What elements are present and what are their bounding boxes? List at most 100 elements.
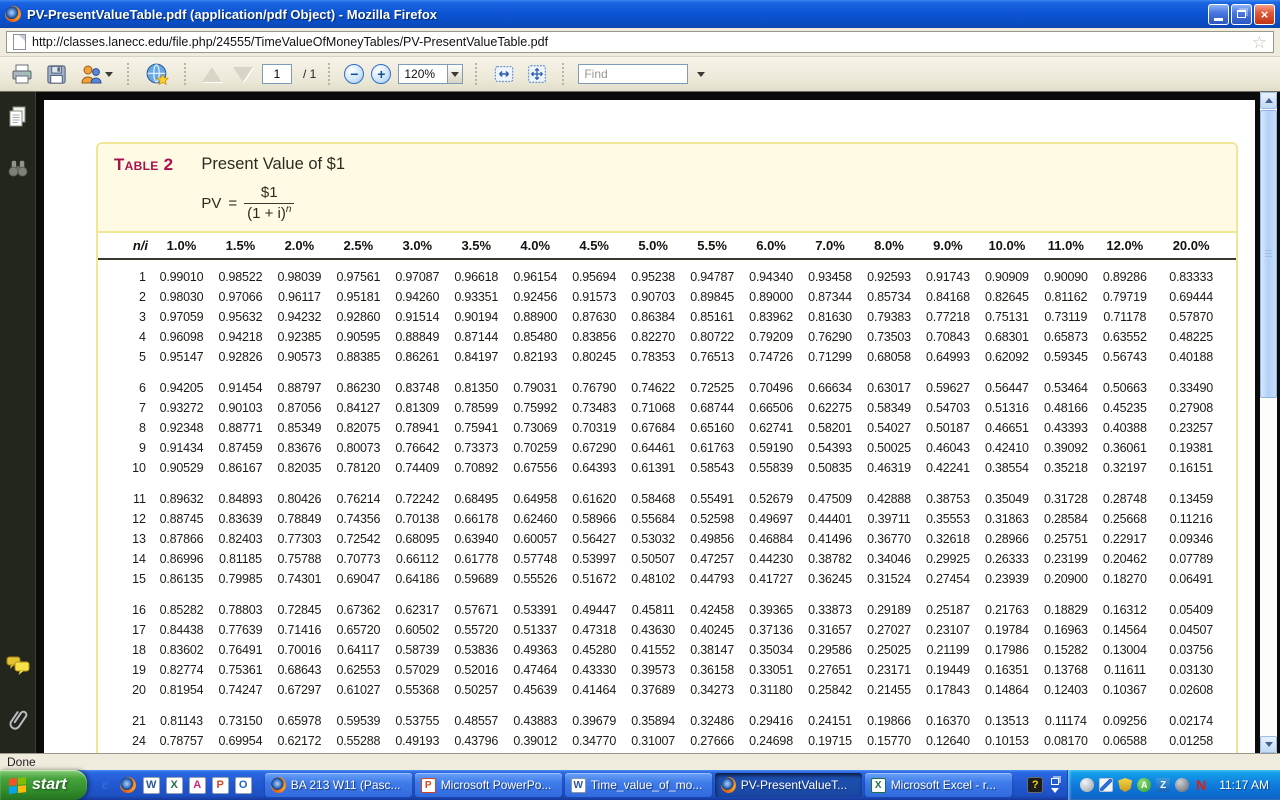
internet-explorer-icon[interactable] <box>97 777 114 794</box>
pv-factor-cell: 0.25187 <box>918 603 977 617</box>
previous-page-button[interactable] <box>200 60 224 88</box>
next-page-icon <box>233 67 253 82</box>
find-dropdown-icon[interactable] <box>697 72 705 77</box>
vertical-scrollbar[interactable] <box>1260 92 1277 753</box>
bookmark-star-icon[interactable]: ☆ <box>1252 34 1267 51</box>
url-bar[interactable]: http://classes.lanecc.edu/file.php/24555… <box>6 31 1274 53</box>
access-icon[interactable] <box>189 777 206 794</box>
zoom-in-button[interactable]: + <box>371 64 391 84</box>
search-binoculars-icon[interactable] <box>7 159 29 182</box>
pages-panel-icon[interactable] <box>8 106 28 133</box>
share-online-button[interactable] <box>143 60 172 88</box>
help-icon[interactable]: ? <box>1027 777 1043 793</box>
row-period-label: 14 <box>106 552 152 566</box>
zoom-out-button[interactable]: − <box>344 64 364 84</box>
pv-factor-cell: 0.72542 <box>329 532 388 546</box>
pv-factor-cell: 0.46319 <box>860 461 919 475</box>
novell-icon[interactable] <box>1194 778 1208 792</box>
fit-page-button[interactable] <box>524 60 550 88</box>
pv-factor-cell: 0.71299 <box>801 350 860 364</box>
pdf-viewer-area: Table 2 Present Value of $1 PV = $1 (1 +… <box>0 92 1280 753</box>
quick-launch-overflow[interactable] <box>1051 778 1059 793</box>
attachments-paperclip-icon[interactable] <box>8 706 28 735</box>
firefox-icon[interactable] <box>120 777 137 794</box>
chevron-up-icon <box>1265 98 1273 103</box>
excel-icon[interactable] <box>166 777 183 794</box>
pv-factor-cell: 0.70773 <box>329 552 388 566</box>
find-input[interactable] <box>578 64 688 84</box>
window-titlebar[interactable]: PV-PresentValueTable.pdf (application/pd… <box>0 0 1280 28</box>
powerpoint-icon <box>421 778 436 793</box>
row-period-label: 18 <box>106 643 152 657</box>
share-online-icon <box>145 62 170 87</box>
zoom-dropdown-button[interactable] <box>448 64 463 84</box>
fit-width-button[interactable] <box>491 60 517 88</box>
taskbar-task-powerpoint[interactable]: Microsoft PowerPo... <box>415 773 562 797</box>
table-column-header: 2.5% <box>329 238 388 253</box>
next-page-button[interactable] <box>231 60 255 88</box>
taskbar-task-firefox[interactable]: PV-PresentValueT... <box>715 773 862 797</box>
table-row-group: 60.942050.914540.887970.862300.837480.81… <box>98 378 1236 478</box>
row-period-label: 8 <box>106 421 152 435</box>
quick-launch-bar <box>87 777 262 794</box>
close-button[interactable]: × <box>1254 4 1275 25</box>
pv-factor-cell: 0.34273 <box>683 683 742 697</box>
pv-factor-cell: 0.68301 <box>977 330 1036 344</box>
pv-factor-cell: 0.70319 <box>565 421 624 435</box>
antivirus-icon[interactable] <box>1137 778 1151 792</box>
table-row: 120.887450.836390.788490.743560.701380.6… <box>98 509 1236 529</box>
window-title: PV-PresentValueTable.pdf (application/pd… <box>27 7 1208 22</box>
pv-factor-cell: 0.12640 <box>918 734 977 748</box>
table-row: 140.869960.811850.757880.707730.661120.6… <box>98 549 1236 569</box>
pv-factor-cell: 0.23199 <box>1036 552 1095 566</box>
excel-icon <box>871 778 886 793</box>
pv-factor-cell: 0.29925 <box>918 552 977 566</box>
minimize-button[interactable] <box>1208 4 1229 25</box>
scroll-down-button[interactable] <box>1260 736 1277 753</box>
z-app-icon[interactable] <box>1156 778 1170 792</box>
present-value-table: Table 2 Present Value of $1 PV = $1 (1 +… <box>96 142 1238 753</box>
page-number-input[interactable] <box>262 64 292 84</box>
shield-icon[interactable] <box>1118 778 1132 792</box>
print-button[interactable] <box>8 60 36 88</box>
pv-factor-cell: 0.90194 <box>447 310 506 324</box>
comments-panel-icon[interactable] <box>6 655 30 680</box>
table-column-header: 8.0% <box>860 238 919 253</box>
table-row-group: 210.811430.731500.659780.595390.537550.4… <box>98 711 1236 751</box>
pv-factor-cell: 0.86384 <box>624 310 683 324</box>
pv-factor-cell: 0.35034 <box>742 643 801 657</box>
pv-factor-cell: 0.01258 <box>1154 734 1228 748</box>
pv-factor-cell: 0.95147 <box>152 350 211 364</box>
restore-button[interactable] <box>1231 4 1252 25</box>
pv-factor-cell: 0.16351 <box>977 663 1036 677</box>
pv-factor-cell: 0.36158 <box>683 663 742 677</box>
save-button[interactable] <box>43 60 70 88</box>
pv-factor-cell: 0.46651 <box>977 421 1036 435</box>
word-icon[interactable] <box>143 777 160 794</box>
powerpoint-icon[interactable] <box>212 777 229 794</box>
outlook-icon[interactable] <box>235 777 252 794</box>
start-button[interactable]: start <box>0 770 87 800</box>
zoom-level-combo[interactable]: 120% <box>398 64 463 84</box>
pv-factor-cell: 0.69444 <box>1154 290 1228 304</box>
volume-icon[interactable] <box>1175 778 1189 792</box>
collaborate-button[interactable] <box>77 60 115 88</box>
scroll-up-button[interactable] <box>1260 92 1277 109</box>
pv-factor-cell: 0.13459 <box>1154 492 1228 506</box>
pv-factor-cell: 0.43883 <box>506 714 565 728</box>
taskbar-task-word-doc[interactable]: Time_value_of_mo... <box>565 773 712 797</box>
tools-icon[interactable] <box>1099 778 1113 792</box>
taskbar-task-excel[interactable]: Microsoft Excel - r... <box>865 773 1012 797</box>
pv-factor-cell: 0.75361 <box>211 663 270 677</box>
row-period-label: 11 <box>106 492 152 506</box>
taskbar-task-firefox[interactable]: BA 213 W11 (Pasc... <box>265 773 412 797</box>
scrollbar-thumb[interactable] <box>1260 110 1277 398</box>
pv-factor-cell: 0.82193 <box>506 350 565 364</box>
pv-factor-cell: 0.75992 <box>506 401 565 415</box>
pv-factor-cell: 0.85734 <box>860 290 919 304</box>
pv-factor-cell: 0.36245 <box>801 572 860 586</box>
pv-factor-cell: 0.90090 <box>1036 270 1095 284</box>
pv-factor-cell: 0.83602 <box>152 643 211 657</box>
pv-factor-cell: 0.58966 <box>565 512 624 526</box>
messenger-icon[interactable] <box>1080 778 1094 792</box>
